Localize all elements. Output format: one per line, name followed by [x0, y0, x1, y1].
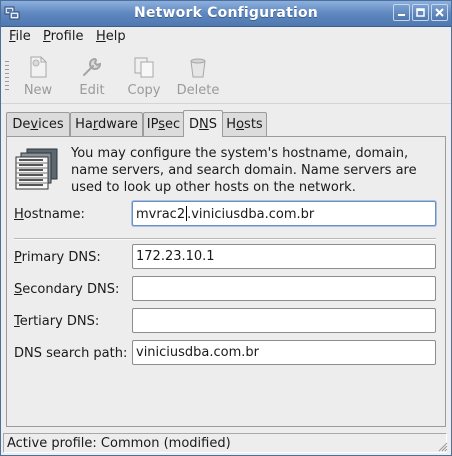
menu-profile-mnemonic: P [43, 29, 51, 44]
toolbar: New Edit Copy Delete [1, 49, 451, 104]
copy-icon [134, 57, 154, 78]
edit-button-label: Edit [79, 83, 105, 98]
status-bar: Active profile: Common (modified) [3, 433, 447, 453]
resize-grip-icon[interactable] [438, 442, 448, 452]
tab-ipsec-label-b: ec [165, 117, 181, 132]
tab-hardware-label-a: Ha [75, 117, 93, 132]
copy-button-label: Copy [127, 83, 161, 98]
tab-devices-mnemonic: v [30, 117, 39, 132]
maximize-button[interactable] [412, 4, 429, 21]
tab-hosts[interactable]: Hosts [222, 112, 267, 136]
toolbar-grip[interactable] [5, 61, 9, 91]
menu-help[interactable]: Help [96, 29, 126, 44]
tab-strip: Devices Hardware IPsec DNS Hosts [6, 110, 447, 137]
new-button[interactable]: New [15, 55, 61, 98]
tab-devices-label-b: ices [38, 117, 64, 132]
dns-intro-text: You may configure the system's hostname,… [71, 146, 417, 195]
hostname-label: Hostname: [14, 207, 85, 222]
edit-button[interactable]: Edit [69, 55, 115, 98]
hostname-label-text: ostname: [23, 207, 85, 222]
tab-hosts-label-a: H [226, 117, 237, 132]
tab-dns[interactable]: DNS [183, 110, 223, 137]
title-bar[interactable]: Network Configuration [1, 1, 451, 27]
secondary-dns-input[interactable] [132, 276, 436, 301]
primary-dns-label-text: rimary DNS: [21, 250, 101, 265]
tab-ipsec[interactable]: IPsec [143, 112, 184, 136]
tertiary-dns-input[interactable] [132, 308, 436, 333]
dns-search-path-input[interactable]: viniciusdba.com.br [132, 340, 436, 365]
dns-search-path-label: DNS search path: [14, 346, 128, 361]
network-configuration-window: Network Configuration File Profile Help … [0, 0, 452, 456]
dns-table-icon [15, 148, 58, 190]
menu-bar: File Profile Help [1, 26, 451, 48]
delete-button[interactable]: Delete [175, 55, 221, 98]
copy-button[interactable]: Copy [121, 55, 167, 98]
new-button-label: New [23, 83, 53, 98]
primary-dns-input[interactable]: 172.23.10.1 [132, 244, 436, 269]
dns-tab-panel: You may configure the system's hostname,… [6, 136, 446, 427]
tab-hardware[interactable]: Hardware [70, 112, 143, 136]
primary-dns-mnemonic: P [14, 250, 22, 265]
maximize-icon [416, 8, 425, 17]
wrench-icon [83, 57, 102, 76]
tab-hardware-label-b: dware [97, 117, 138, 132]
tertiary-dns-label: Tertiary DNS: [14, 314, 99, 329]
new-document-icon [30, 56, 47, 78]
primary-dns-label: Primary DNS: [14, 250, 101, 265]
delete-button-label: Delete [176, 83, 220, 98]
close-icon [435, 8, 444, 17]
tertiary-dns-label-text: ertiary DNS: [19, 314, 100, 329]
tab-hosts-mnemonic: o [236, 117, 245, 132]
minimize-button[interactable] [393, 4, 410, 21]
hostname-input[interactable]: mvrac2 .viniciusdba.com.br [132, 201, 436, 226]
tab-devices[interactable]: Devices [6, 112, 70, 136]
secondary-dns-label-text: econdary DNS: [22, 282, 120, 297]
menu-file[interactable]: File [9, 29, 31, 44]
menu-profile[interactable]: Profile [43, 29, 83, 44]
menu-help-label: elp [105, 29, 126, 44]
tab-devices-label-a: De [12, 117, 31, 132]
trash-icon [190, 58, 206, 78]
separator [14, 238, 436, 240]
window-title: Network Configuration [134, 5, 318, 21]
menu-file-label: ile [15, 29, 31, 44]
hostname-value-a: mvrac2 [136, 207, 186, 222]
menu-profile-label: rofile [50, 29, 84, 44]
tab-ipsec-label-a: IP [146, 117, 159, 132]
tab-dns-label-b: S [208, 117, 217, 132]
tab-dns-mnemonic: N [199, 117, 209, 132]
tab-dns-label-a: D [188, 117, 199, 132]
menu-help-mnemonic: H [96, 29, 106, 44]
minimize-icon [398, 14, 405, 16]
secondary-dns-label: Secondary DNS: [14, 282, 119, 297]
hostname-label-mnemonic: H [14, 207, 24, 222]
hostname-value-b: .viniciusdba.com.br [187, 207, 315, 222]
tab-hosts-label-b: sts [244, 117, 263, 132]
tab-ipsec-mnemonic: s [158, 117, 166, 132]
close-button[interactable] [431, 4, 448, 21]
